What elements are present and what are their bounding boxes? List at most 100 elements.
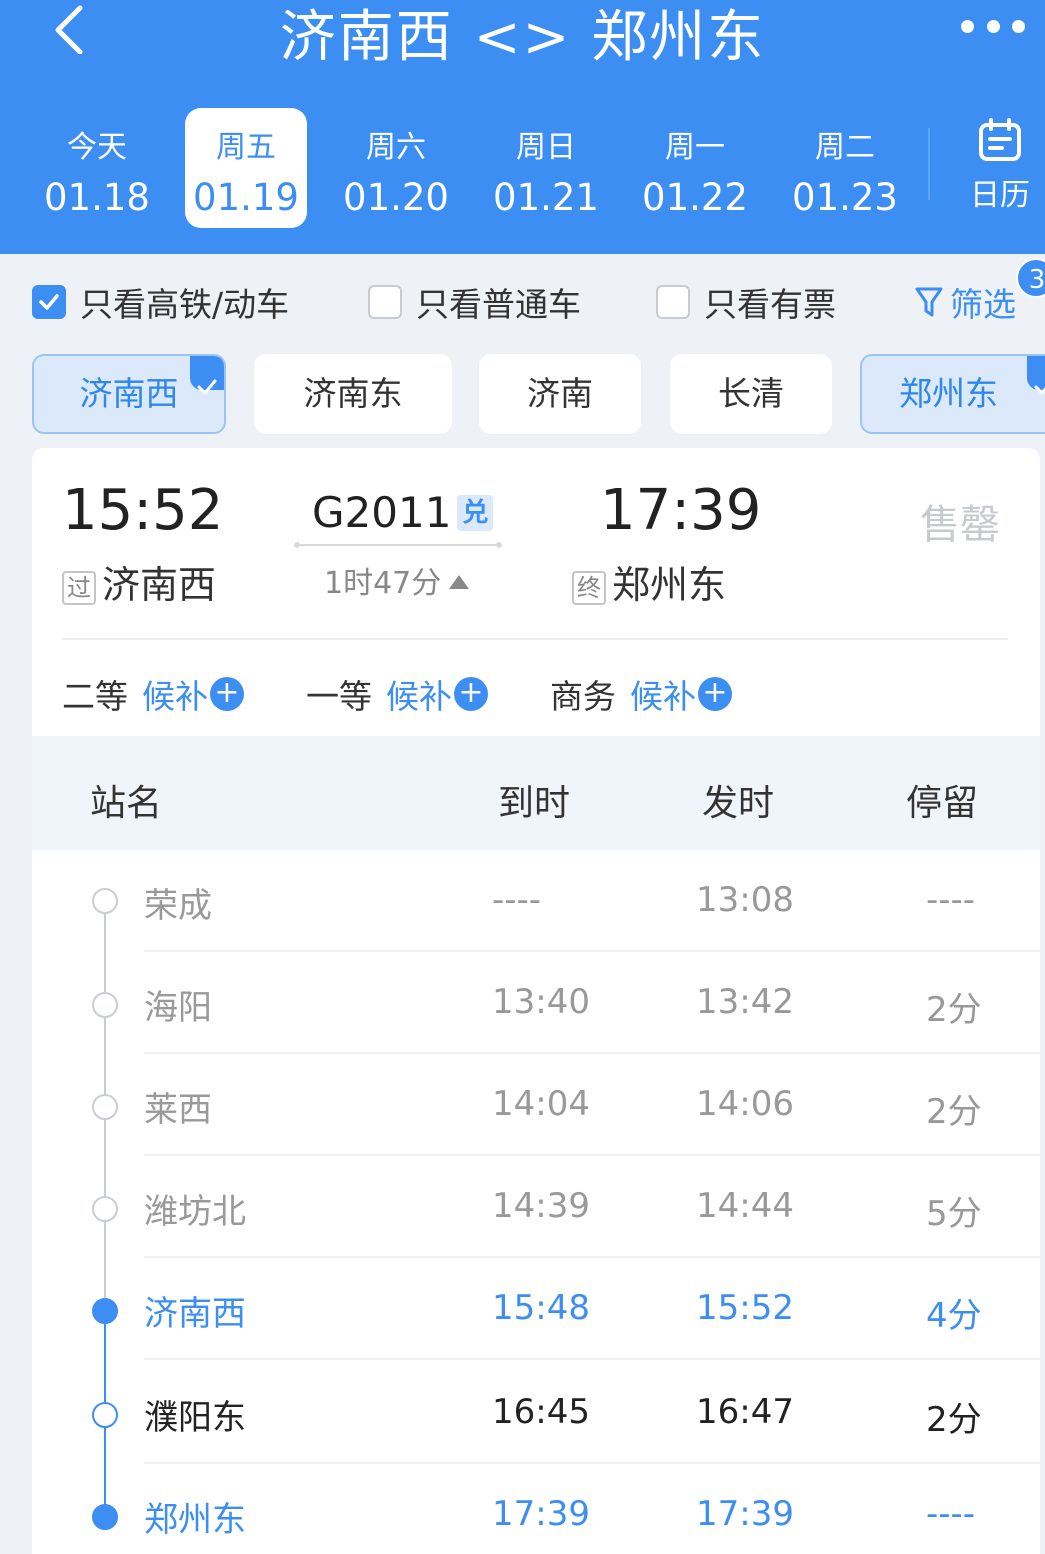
stop-name: 济南西 (144, 1294, 246, 1334)
calendar-icon (979, 118, 1021, 161)
stop-dot (92, 888, 118, 914)
filter-button-label: 筛选 (950, 285, 1016, 324)
stop-arrive: 15:48 (492, 1288, 590, 1328)
stop-dot-filled (92, 1298, 118, 1324)
divider (62, 638, 1008, 640)
waitlist-button[interactable]: 候补 (630, 670, 696, 718)
stop-arrive: 14:04 (492, 1084, 590, 1124)
depart-station: 过济南西 (62, 554, 216, 609)
check-icon (39, 294, 59, 310)
station-chips: 济南西 济南东 济南 长清 郑州东 (0, 354, 1045, 436)
station-chip-zhengzhoudong[interactable]: 郑州东 (860, 354, 1045, 434)
stop-name: 莱西 (144, 1090, 212, 1130)
filter-high-speed[interactable]: 只看高铁/动车 (32, 278, 289, 326)
checkbox-unchecked[interactable] (368, 285, 402, 319)
stop-arrive: 14:39 (492, 1186, 590, 1226)
date-value: 01.20 (343, 176, 449, 219)
more-dots-icon[interactable] (961, 14, 1025, 38)
stop-name: 海阳 (144, 988, 212, 1028)
waitlist-button[interactable]: 候补 (142, 670, 208, 718)
depart-station-name: 济南西 (102, 563, 217, 607)
date-weekday: 周五 (216, 130, 276, 165)
date-value: 01.18 (44, 176, 150, 219)
filter-button[interactable]: 筛选 (914, 278, 1016, 326)
route-line (294, 542, 502, 548)
seat-first-class: 一等 候补 + (306, 670, 488, 718)
checkbox-unchecked[interactable] (656, 285, 690, 319)
filter-available[interactable]: 只看有票 (656, 278, 836, 326)
stop-duration: 2分 (926, 1400, 982, 1440)
station-chip-jinandong[interactable]: 济南东 (254, 354, 452, 434)
date-tab-today[interactable]: 今天 01.18 (36, 108, 158, 228)
table-row: 潍坊北 14:39 14:44 5分 (32, 1156, 1040, 1258)
arrive-station: 终郑州东 (572, 554, 726, 609)
plus-icon[interactable]: + (210, 677, 244, 711)
page-title: 济南西 <> 郑州东 (279, 5, 766, 70)
stop-name: 潍坊北 (144, 1192, 246, 1232)
stop-dot-ring (92, 1402, 118, 1428)
date-tab-mon[interactable]: 周一 01.22 (634, 108, 756, 228)
col-stop: 停留 (906, 783, 979, 824)
table-row: 海阳 13:40 13:42 2分 (32, 952, 1040, 1054)
selected-check-icon (190, 356, 224, 395)
date-value: 01.21 (493, 176, 599, 219)
stop-arrive: 13:40 (492, 982, 590, 1022)
filter-normal[interactable]: 只看普通车 (368, 278, 581, 326)
stop-depart: 13:08 (696, 880, 794, 920)
date-tab-tue[interactable]: 周二 01.23 (784, 108, 906, 228)
plus-icon[interactable]: + (454, 677, 488, 711)
seat-business-class: 商务 候补 + (550, 670, 732, 718)
seat-class-label: 商务 (550, 677, 616, 716)
date-weekday: 周二 (815, 130, 875, 165)
seat-class-label: 二等 (62, 677, 128, 716)
checkbox-checked[interactable] (32, 285, 66, 319)
stop-name: 郑州东 (144, 1500, 246, 1540)
stop-depart: 17:39 (696, 1494, 794, 1534)
seat-class-label: 一等 (306, 677, 372, 716)
stop-depart: 14:44 (696, 1186, 794, 1226)
stop-depart: 15:52 (696, 1288, 794, 1328)
duration-toggle[interactable]: 1时47分 (324, 558, 470, 602)
stop-dot-filled (92, 1504, 118, 1530)
date-tab-sun[interactable]: 周日 01.21 (485, 108, 607, 228)
row-divider (144, 1358, 1040, 1360)
col-depart: 发时 (702, 783, 775, 824)
date-value: 01.19 (193, 176, 299, 219)
seat-classes: 二等 候补 + 一等 候补 + 商务 候补 + (62, 670, 1008, 720)
funnel-icon (915, 287, 943, 317)
stop-name: 荣成 (144, 886, 212, 926)
station-chip-label: 郑州东 (899, 374, 998, 413)
date-weekday: 周一 (665, 130, 725, 165)
duration-text: 1时47分 (324, 566, 442, 601)
stop-duration: 4分 (926, 1296, 982, 1336)
station-chip-jinan[interactable]: 济南 (479, 354, 641, 434)
stop-arrive: 17:39 (492, 1494, 590, 1534)
stop-duration: ---- (926, 880, 976, 920)
date-value: 01.23 (792, 176, 898, 219)
stop-depart: 14:06 (696, 1084, 794, 1124)
date-tab-fri[interactable]: 周五 01.19 (185, 108, 307, 228)
selected-check-icon (1027, 356, 1045, 395)
table-row-boarding: 济南西 15:48 15:52 4分 (32, 1258, 1040, 1360)
station-chip-changqing[interactable]: 长清 (670, 354, 832, 434)
date-tab-sat[interactable]: 周六 01.20 (335, 108, 457, 228)
table-row: 莱西 14:04 14:06 2分 (32, 1054, 1040, 1156)
train-number[interactable]: G2011 兑 (312, 488, 494, 537)
caret-up-icon (449, 575, 470, 589)
filter-bar: 只看高铁/动车 只看普通车 只看有票 筛选 (0, 254, 1045, 340)
pass-tag: 过 (62, 570, 96, 605)
calendar-label: 日历 (970, 178, 1030, 213)
filter-label: 只看高铁/动车 (80, 285, 290, 324)
top-bar: 济南西 <> 郑州东 今天 01.18 周五 01.19 周六 01.20 周日… (0, 0, 1045, 254)
col-station: 站名 (90, 783, 163, 824)
filter-label: 只看普通车 (416, 285, 581, 324)
waitlist-button[interactable]: 候补 (386, 670, 452, 718)
stop-arrive: ---- (492, 880, 542, 920)
calendar-button[interactable]: 日历 (960, 118, 1040, 218)
train-card[interactable]: 15:52 过济南西 G2011 兑 1时47分 17:39 终郑州东 售罄 二等… (32, 448, 1040, 1554)
exchange-tag: 兑 (457, 495, 494, 531)
station-chip-jinanxi[interactable]: 济南西 (32, 354, 226, 434)
date-weekday: 周日 (516, 130, 576, 165)
stop-duration: 2分 (926, 1092, 982, 1132)
plus-icon[interactable]: + (698, 677, 732, 711)
